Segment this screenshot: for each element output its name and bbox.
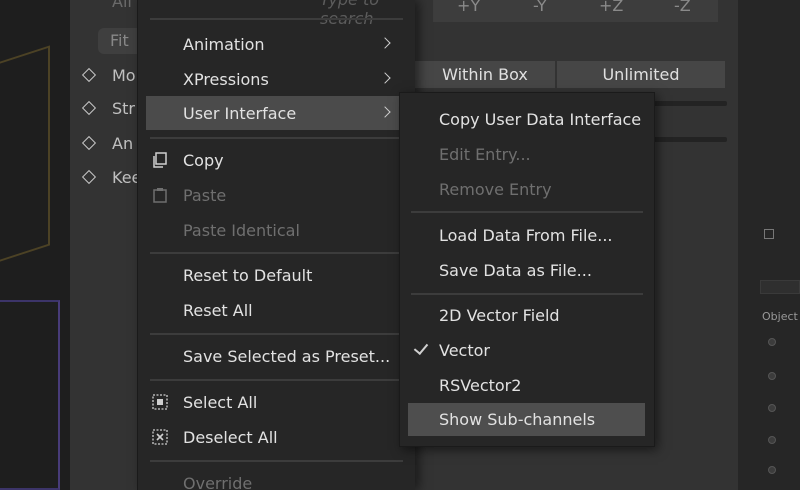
axis-minus-y-button[interactable]: -Y [504, 0, 575, 22]
unlimited-button[interactable]: Unlimited [557, 61, 725, 88]
menu-separator [150, 333, 403, 335]
property-row[interactable]: Str [80, 96, 135, 120]
axis-plus-z-button[interactable]: +Z [576, 0, 647, 22]
menu-item-label: 2D Vector Field [439, 306, 560, 325]
menu-item-label: Animation [183, 34, 265, 54]
context-menu: Type to search Animation XPressions User… [137, 0, 415, 490]
menu-search-placeholder[interactable]: Type to search [320, 0, 415, 28]
property-label: Ali [112, 0, 132, 11]
tree-dot-icon [768, 436, 776, 444]
chevron-right-icon [380, 35, 392, 51]
keyframe-diamond-icon[interactable] [81, 100, 97, 116]
menu-item-label: Show Sub-channels [439, 410, 596, 429]
user-interface-submenu: Copy User Data Interface Edit Entry... R… [399, 92, 655, 447]
menu-item-label: Remove Entry [439, 180, 552, 199]
menu-item-label: XPressions [183, 69, 269, 89]
menu-item-reset-all[interactable]: Reset All [146, 293, 406, 327]
object-manager-strip: Object [738, 0, 800, 490]
viewport-wireframe [0, 300, 60, 490]
property-label: Mo [112, 65, 136, 85]
menu-separator [150, 137, 403, 139]
axis-minus-z-button[interactable]: -Z [647, 0, 718, 22]
property-label: An [112, 133, 134, 153]
slider-track[interactable] [652, 137, 727, 142]
field[interactable] [760, 280, 800, 294]
keyframe-diamond-icon[interactable] [81, 67, 97, 83]
submenu-item-save-data[interactable]: Save Data as File... [408, 254, 645, 287]
menu-item-label: Reset to Default [183, 265, 313, 285]
menu-item-label: Deselect All [183, 427, 278, 447]
menu-item-label: Paste Identical [183, 220, 300, 240]
chevron-right-icon [380, 70, 392, 86]
submenu-item-show-sub-channels[interactable]: Show Sub-channels [408, 403, 645, 436]
submenu-item-remove-entry[interactable]: Remove Entry [408, 173, 645, 206]
menu-item-label: RSVector2 [439, 376, 522, 395]
menu-item-reset-to-default[interactable]: Reset to Default [146, 258, 406, 292]
property-row[interactable]: Mo [80, 63, 136, 87]
menu-item-label: Save Selected as Preset... [183, 346, 391, 366]
fit-button[interactable]: Fit [98, 28, 142, 54]
deselect-all-icon [152, 429, 168, 445]
menu-item-label: Load Data From File... [439, 226, 613, 245]
menu-item-label: Reset All [183, 300, 253, 320]
menu-item-override[interactable]: Override [146, 466, 406, 490]
submenu-item-load-data[interactable]: Load Data From File... [408, 219, 645, 252]
menu-item-label: Save Data as File... [439, 261, 592, 280]
checkmark-icon [413, 339, 429, 356]
menu-item-copy[interactable]: Copy [146, 143, 406, 177]
menu-item-deselect-all[interactable]: Deselect All [146, 420, 406, 454]
menu-item-label: Select All [183, 392, 258, 412]
submenu-item-rsvector2[interactable]: RSVector2 [408, 369, 645, 402]
slider-track[interactable] [652, 101, 727, 106]
menu-item-label: Paste [183, 185, 227, 205]
menu-item-label: Edit Entry... [439, 145, 531, 164]
menu-item-select-all[interactable]: Select All [146, 385, 406, 419]
keyframe-diamond-icon[interactable] [81, 169, 97, 185]
panel-label: Object [762, 310, 798, 323]
checkbox[interactable] [764, 229, 774, 239]
menu-separator [411, 211, 643, 213]
paste-icon [152, 187, 168, 203]
menu-item-paste[interactable]: Paste [146, 178, 406, 212]
menu-item-save-preset[interactable]: Save Selected as Preset... [146, 339, 406, 373]
tree-dot-icon [768, 372, 776, 380]
keyframe-diamond-icon[interactable] [81, 135, 97, 151]
axis-plus-y-button[interactable]: +Y [433, 0, 504, 22]
submenu-item-edit-entry[interactable]: Edit Entry... [408, 138, 645, 171]
axis-button-group: +Y -Y +Z -Z [433, 0, 718, 22]
menu-item-user-interface[interactable]: User Interface [146, 96, 406, 130]
menu-item-xpressions[interactable]: XPressions [146, 62, 406, 96]
menu-separator [150, 379, 403, 381]
tree-dot-icon [768, 338, 776, 346]
submenu-item-vector[interactable]: Vector [408, 334, 645, 367]
property-label: Str [112, 98, 136, 118]
within-box-button[interactable]: Within Box [415, 61, 555, 88]
select-all-icon [152, 394, 168, 410]
menu-separator [150, 460, 403, 462]
submenu-item-2d-vector-field[interactable]: 2D Vector Field [408, 299, 645, 332]
menu-item-label: Override [183, 473, 253, 490]
menu-separator [150, 18, 403, 20]
tree-dot-icon [768, 466, 776, 474]
submenu-item-copy-user-data-interface[interactable]: Copy User Data Interface [408, 103, 645, 136]
menu-separator [411, 293, 643, 295]
menu-item-label: Copy [183, 150, 224, 170]
menu-separator [150, 252, 403, 254]
viewport[interactable] [0, 0, 70, 490]
viewport-wireframe [0, 45, 50, 275]
tree-dot-icon [768, 404, 776, 412]
menu-item-paste-identical[interactable]: Paste Identical [146, 213, 406, 247]
property-row[interactable]: Kee [80, 165, 141, 189]
menu-item-label: User Interface [183, 103, 297, 123]
menu-item-animation[interactable]: Animation [146, 27, 406, 61]
chevron-right-icon [380, 104, 392, 120]
menu-item-label: Copy User Data Interface [439, 110, 642, 129]
property-row[interactable]: An [80, 131, 133, 155]
menu-item-label: Vector [439, 341, 490, 360]
copy-icon [152, 152, 168, 168]
